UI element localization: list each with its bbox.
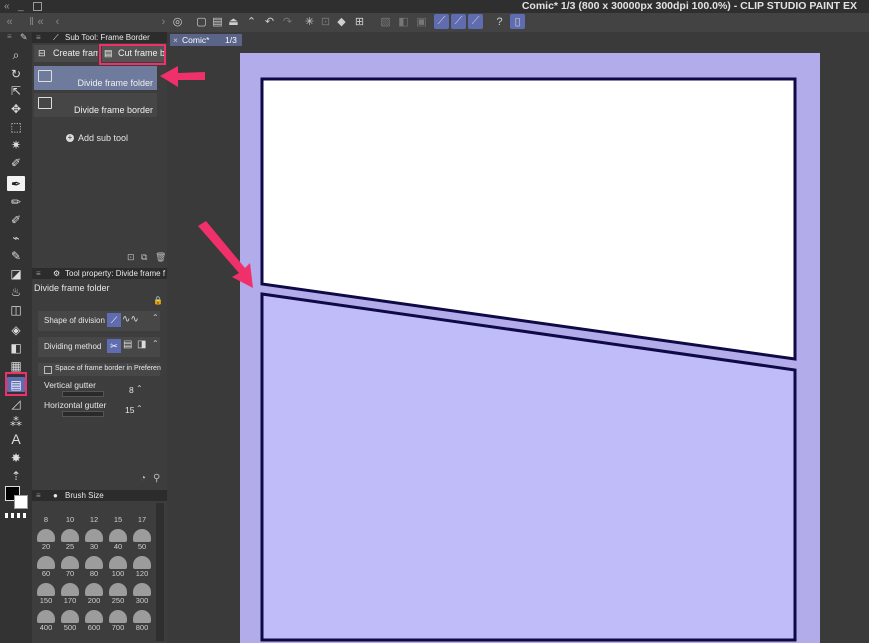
arrow-to-divide-folder — [160, 66, 205, 87]
canvas-overlay — [160, 53, 820, 643]
